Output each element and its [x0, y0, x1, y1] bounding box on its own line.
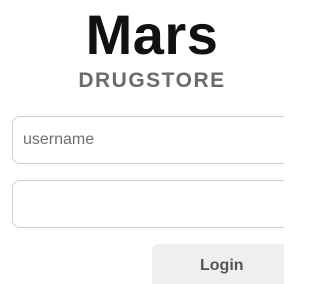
brand-title: Mars: [85, 3, 219, 66]
brand-subtitle: DRUGSTORE: [78, 69, 226, 92]
login-button[interactable]: Login: [152, 244, 284, 284]
username-input[interactable]: [12, 116, 284, 164]
password-input[interactable]: [12, 180, 284, 228]
login-page: Mars DRUGSTORE Login: [0, 0, 284, 284]
